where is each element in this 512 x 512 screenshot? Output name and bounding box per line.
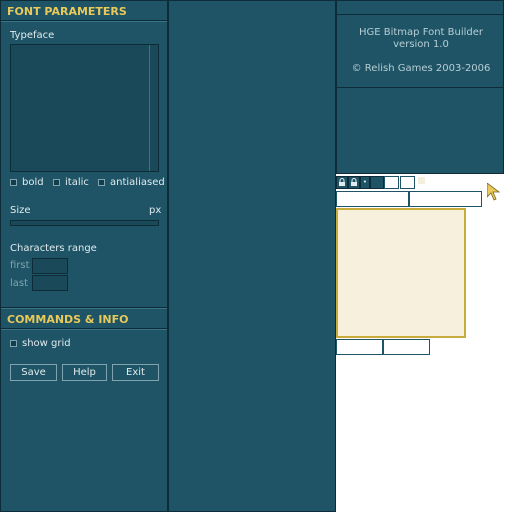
color-swatch[interactable] [418, 177, 425, 184]
lock-icon[interactable] [336, 176, 348, 189]
bold-checkbox[interactable] [10, 179, 17, 186]
typeface-list[interactable] [10, 44, 159, 172]
first-char-input[interactable] [32, 258, 68, 274]
antialiased-label: antialiased [110, 177, 165, 188]
font-preview-area[interactable] [336, 208, 466, 338]
status-field [336, 339, 383, 355]
divider [337, 14, 503, 15]
size-label: Size [10, 205, 31, 216]
app-name: HGE Bitmap Font Builder [358, 27, 484, 38]
divider [1, 21, 167, 22]
dot-icon[interactable]: • [360, 176, 370, 189]
last-label: last [10, 278, 29, 289]
divider [1, 329, 167, 330]
preview-toolbar: • [336, 176, 436, 190]
typeface-label: Typeface [10, 30, 55, 41]
exit-button[interactable]: Exit [112, 364, 159, 381]
first-label: first [10, 260, 30, 271]
antialiased-checkbox[interactable] [98, 179, 105, 186]
toolbar-field[interactable] [400, 176, 415, 189]
status-field [383, 339, 430, 355]
character-panel [168, 0, 336, 512]
font-parameters-title: FONT PARAMETERS [7, 5, 127, 18]
save-button[interactable]: Save [10, 364, 57, 381]
toolbar-field[interactable] [384, 176, 399, 189]
size-slider[interactable] [10, 220, 159, 226]
size-unit: px [149, 205, 162, 216]
show-grid-checkbox[interactable] [10, 340, 17, 347]
bold-label: bold [22, 177, 44, 188]
show-grid-label: show grid [22, 338, 71, 349]
preview-field[interactable] [409, 191, 482, 207]
about-panel: HGE Bitmap Font Builder version 1.0 © Re… [336, 0, 504, 174]
divider [1, 308, 167, 309]
copyright: © Relish Games 2003-2006 [351, 63, 491, 74]
toolbar-blank-button[interactable] [370, 176, 384, 189]
italic-label: italic [65, 177, 89, 188]
last-char-input[interactable] [32, 275, 68, 291]
italic-checkbox[interactable] [53, 179, 60, 186]
divider [337, 87, 503, 88]
typeface-scrollbar[interactable] [149, 45, 156, 171]
preview-field[interactable] [336, 191, 409, 207]
app-version: version 1.0 [393, 39, 449, 50]
commands-info-title: COMMANDS & INFO [7, 313, 129, 326]
help-button[interactable]: Help [62, 364, 107, 381]
font-parameters-panel: FONT PARAMETERS Typeface bold italic ant… [0, 0, 168, 512]
lock-icon[interactable] [348, 176, 360, 189]
characters-range-label: Characters range [10, 243, 97, 254]
